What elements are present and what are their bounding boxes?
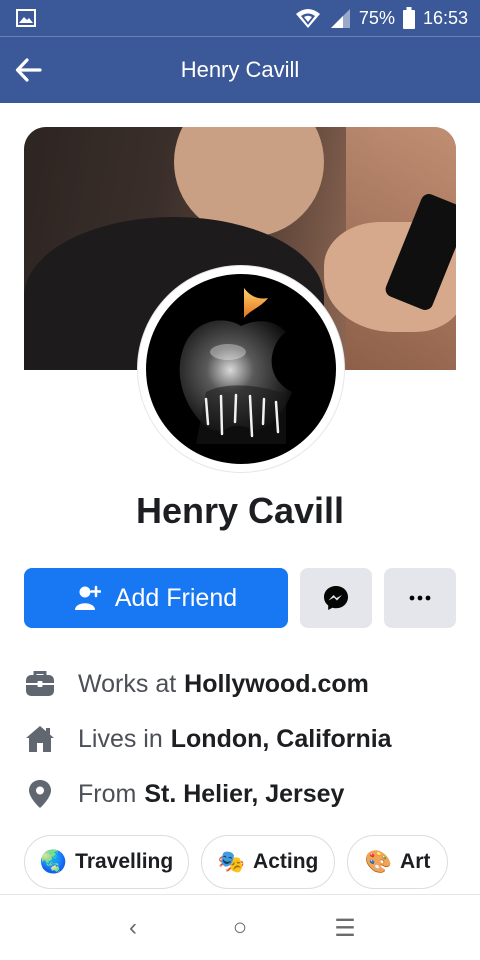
profile-avatar[interactable] — [138, 266, 344, 472]
status-bar: 75% 16:53 — [0, 0, 480, 37]
detail-lives-prefix: Lives in — [78, 724, 163, 753]
system-nav-bar: ‹ ○ ☰ — [0, 894, 480, 960]
interest-chip-acting[interactable]: 🎭 Acting — [201, 835, 335, 889]
signal-icon — [330, 9, 350, 28]
clock: 16:53 — [422, 7, 468, 28]
interest-label: Travelling — [75, 850, 174, 873]
app-bar-title: Henry Cavill — [180, 57, 300, 82]
nav-back-icon[interactable]: ‹ — [118, 913, 148, 943]
apple-logo-image — [179, 288, 292, 444]
interest-label: Acting — [253, 850, 319, 873]
interest-chip-art[interactable]: 🎨 Art — [347, 835, 448, 889]
app-bar: Henry Cavill — [0, 37, 480, 103]
palette-icon: 🎨 — [364, 849, 393, 874]
location-pin-icon — [24, 778, 56, 810]
message-button[interactable] — [300, 568, 372, 628]
wifi-icon — [295, 9, 320, 28]
detail-from-value[interactable]: St. Helier, Jersey — [144, 780, 344, 809]
more-icon — [409, 595, 431, 601]
more-options-button[interactable] — [384, 568, 456, 628]
battery-icon — [402, 7, 415, 29]
add-friend-label: Add Friend — [114, 583, 238, 612]
messenger-icon — [324, 586, 348, 610]
battery-percent: 75% — [358, 7, 395, 28]
detail-work-prefix: Works at — [78, 669, 177, 698]
detail-from: From St. Helier, Jersey — [24, 774, 464, 814]
globe-icon: 🌏 — [39, 849, 68, 874]
interest-chip-travelling[interactable]: 🌏 Travelling — [24, 835, 189, 889]
nav-recents-icon[interactable]: ☰ — [330, 913, 360, 943]
detail-work: Works at Hollywood.com — [24, 664, 464, 704]
briefcase-icon — [24, 668, 56, 700]
detail-from-prefix: From — [78, 779, 137, 808]
detail-work-value[interactable]: Hollywood.com — [184, 670, 369, 699]
avatar-image — [146, 274, 336, 464]
interest-label: Art — [400, 850, 431, 873]
home-icon — [24, 723, 56, 755]
add-friend-icon — [74, 585, 101, 610]
theater-masks-icon: 🎭 — [217, 849, 246, 874]
profile-name: Henry Cavill — [135, 490, 345, 531]
detail-lives: Lives in London, California — [24, 719, 464, 759]
add-friend-button[interactable]: Add Friend — [24, 568, 288, 628]
gallery-icon — [16, 9, 36, 27]
nav-home-icon[interactable]: ○ — [225, 913, 255, 943]
detail-lives-value[interactable]: London, California — [171, 725, 392, 754]
